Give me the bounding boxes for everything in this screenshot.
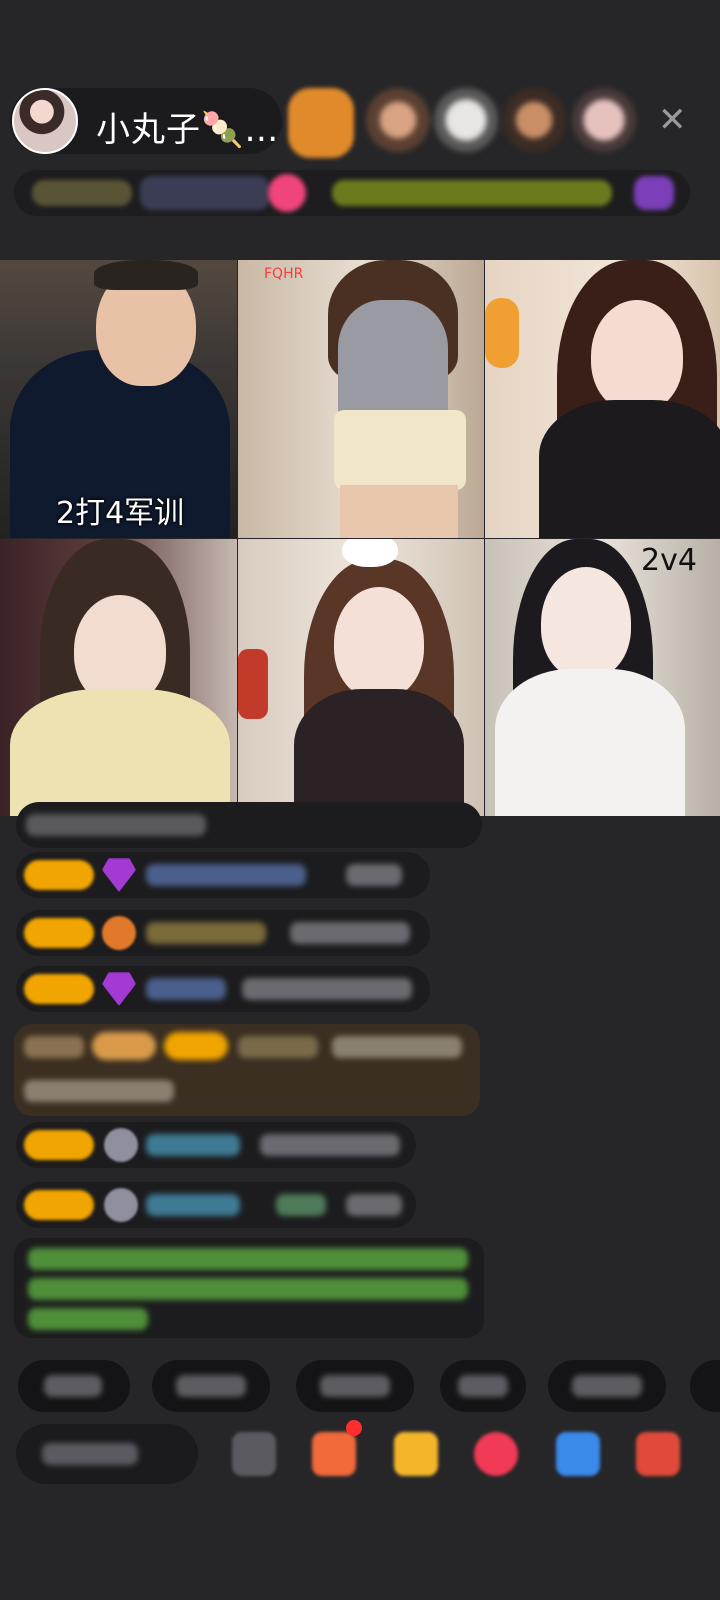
chat-text	[346, 864, 402, 886]
streamer-body	[338, 300, 448, 420]
desk-toy	[485, 298, 519, 368]
chat-text	[24, 1080, 174, 1102]
chat-message[interactable]	[16, 966, 430, 1012]
system-notice-line	[28, 1278, 468, 1300]
chat-username	[146, 864, 306, 886]
notification-dot	[346, 1420, 362, 1436]
fortune-figure	[238, 649, 268, 719]
system-notice	[14, 1238, 484, 1338]
viewer-avatar[interactable]	[572, 88, 636, 152]
streamer-body	[10, 689, 230, 816]
quick-chip[interactable]	[296, 1360, 414, 1412]
video-grid: 2打4军训 FQHR 2v4	[0, 260, 720, 816]
streamer-hair	[94, 260, 198, 290]
chat-username	[238, 1036, 318, 1058]
viewer-avatar[interactable]	[502, 88, 566, 152]
host-name-suffix: 🍡…	[201, 110, 280, 150]
comment-input-placeholder	[42, 1443, 138, 1465]
gift-message[interactable]	[14, 1024, 480, 1116]
chat-message[interactable]	[16, 852, 430, 898]
chat-username	[146, 922, 266, 944]
chat-message[interactable]	[16, 802, 482, 848]
quick-chip-label	[176, 1375, 246, 1397]
fan-badge	[24, 918, 94, 948]
streamer-body	[294, 689, 464, 816]
chat-username	[276, 1194, 326, 1216]
heart-icon[interactable]	[474, 1432, 518, 1476]
chat-message[interactable]	[16, 1122, 416, 1168]
chat-text	[26, 814, 206, 836]
quick-chip[interactable]	[548, 1360, 666, 1412]
fan-badge	[164, 1032, 228, 1060]
fan-badge	[24, 1130, 94, 1160]
video-cell-4[interactable]	[0, 539, 237, 816]
chat-username	[146, 1194, 240, 1216]
fans-club-icon[interactable]	[312, 1432, 356, 1476]
quick-chip-label	[320, 1375, 390, 1397]
close-icon[interactable]: ✕	[658, 100, 687, 140]
chat-username	[24, 1036, 84, 1058]
quick-chip-label	[458, 1375, 508, 1397]
level-tag[interactable]	[140, 176, 270, 210]
video-cell-1[interactable]: 2打4军训	[0, 260, 237, 538]
host-name-text: 小丸子	[96, 110, 201, 150]
game-icon[interactable]	[556, 1432, 600, 1476]
diamond-icon	[102, 858, 136, 892]
video-cell-5[interactable]	[238, 539, 484, 816]
quick-chip[interactable]	[690, 1360, 720, 1412]
streamer-body	[495, 669, 685, 816]
chat-text	[242, 978, 412, 1000]
gift-icon[interactable]	[394, 1432, 438, 1476]
chat-username	[146, 978, 226, 1000]
more-icon[interactable]	[636, 1432, 680, 1476]
fan-badge	[24, 860, 94, 890]
chat-text	[346, 1194, 402, 1216]
level-badge	[92, 1032, 156, 1060]
rank-tag[interactable]	[32, 180, 132, 206]
quick-chip-label	[572, 1375, 642, 1397]
chat-message[interactable]	[16, 910, 430, 956]
streamer-face	[541, 567, 631, 679]
video-cell-6[interactable]: 2v4	[485, 539, 720, 816]
bunny-sticker	[342, 539, 398, 567]
emoji-icon[interactable]	[232, 1432, 276, 1476]
streamer-face	[334, 587, 424, 699]
viewer-avatar[interactable]	[434, 88, 498, 152]
room-tags-row[interactable]	[14, 170, 690, 216]
activity-tag[interactable]	[332, 180, 612, 206]
chat-text	[332, 1036, 462, 1058]
comment-input[interactable]	[16, 1424, 198, 1484]
streamer-skirt	[334, 410, 466, 490]
system-notice-line	[28, 1248, 468, 1270]
chat-text	[260, 1134, 400, 1156]
chat-message[interactable]	[16, 1182, 416, 1228]
video-cell-label: 2v4	[641, 543, 697, 578]
quick-chip[interactable]	[440, 1360, 526, 1412]
video-cell-2[interactable]: FQHR	[238, 260, 484, 538]
quick-chip-label	[44, 1375, 102, 1397]
system-notice-line	[28, 1308, 148, 1330]
host-name[interactable]: 小丸子🍡…	[96, 102, 279, 151]
video-cell-3[interactable]	[485, 260, 720, 538]
quick-chip[interactable]	[152, 1360, 270, 1412]
streamer-legs	[340, 485, 458, 538]
user-avatar-icon	[104, 1128, 138, 1162]
gift-icon[interactable]	[268, 174, 306, 212]
gift-icon	[102, 916, 136, 950]
user-avatar-icon	[104, 1188, 138, 1222]
viewer-avatar[interactable]	[366, 88, 430, 152]
diamond-icon	[102, 972, 136, 1006]
quick-chip[interactable]	[18, 1360, 130, 1412]
video-cell-label: 2打4军训	[56, 496, 185, 531]
more-tag[interactable]	[634, 176, 674, 210]
host-avatar[interactable]	[12, 88, 78, 154]
fan-badge	[24, 974, 94, 1004]
chat-username	[146, 1134, 240, 1156]
streamer-face	[591, 300, 683, 412]
video-cell-watermark: FQHR	[264, 266, 304, 282]
fan-badge	[24, 1190, 94, 1220]
chat-text	[290, 922, 410, 944]
streamer-body	[539, 400, 720, 538]
top-viewer-avatar[interactable]	[288, 88, 354, 158]
